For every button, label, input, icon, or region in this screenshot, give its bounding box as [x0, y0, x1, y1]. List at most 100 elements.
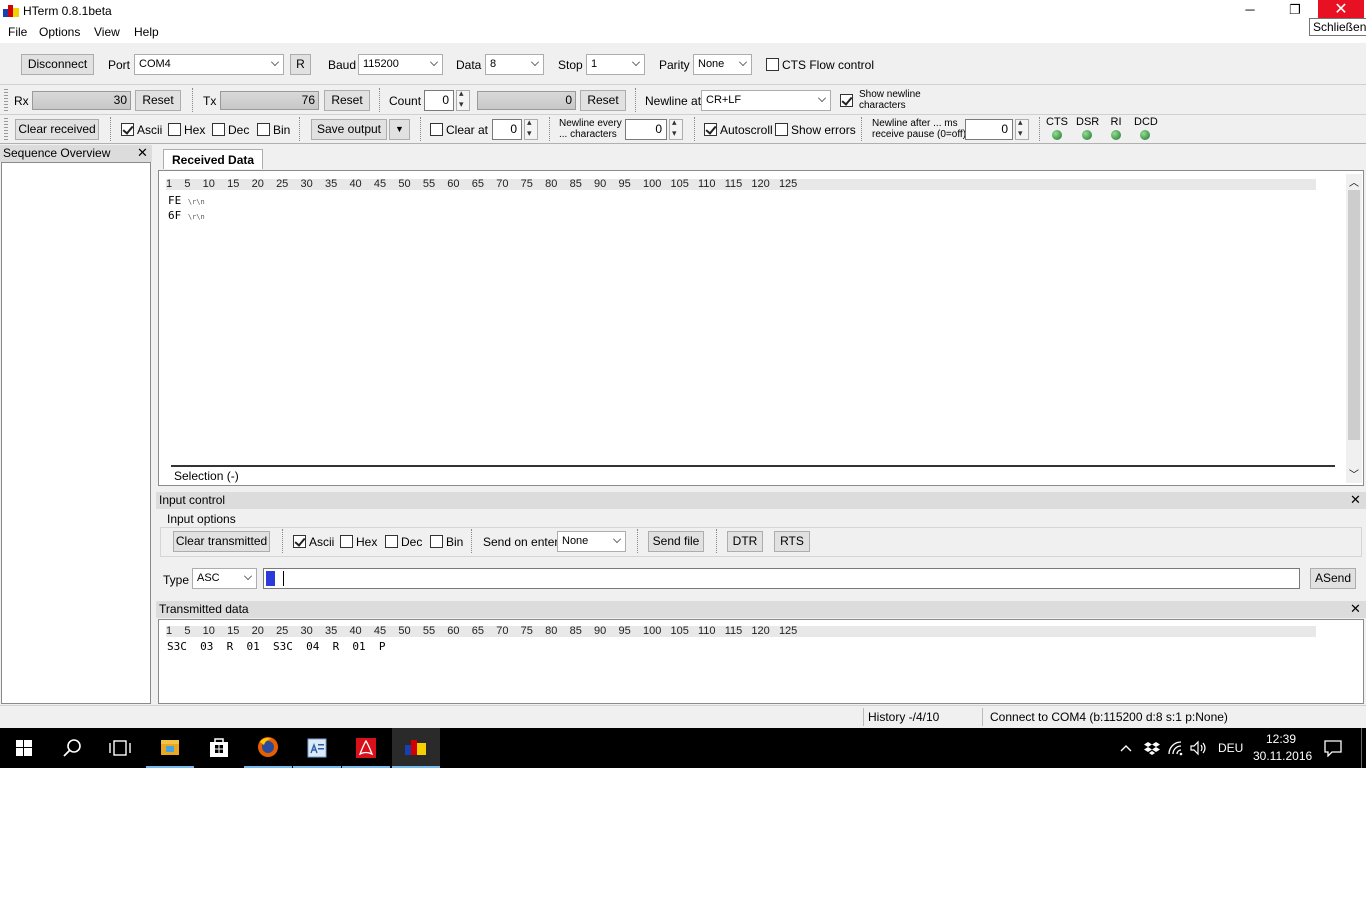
- scroll-down-icon[interactable]: ﹀: [1349, 466, 1359, 481]
- chevron-down-icon: [632, 58, 640, 66]
- toolbar-grip[interactable]: [4, 118, 8, 140]
- clock-date[interactable]: 30.11.2016: [1253, 749, 1312, 763]
- close-tooltip: Schließen: [1309, 18, 1366, 36]
- newline-every-stepper[interactable]: [669, 117, 683, 140]
- input-ascii-checkbox[interactable]: [293, 535, 306, 548]
- refresh-ports-button[interactable]: R: [290, 54, 311, 75]
- received-hex-checkbox[interactable]: [168, 123, 181, 136]
- separator: [420, 117, 423, 141]
- disconnect-button[interactable]: Disconnect: [21, 54, 94, 75]
- type-select[interactable]: ASC: [192, 568, 257, 589]
- clear-received-button[interactable]: Clear received: [15, 119, 99, 140]
- input-hex-checkbox[interactable]: [340, 535, 353, 548]
- newline-every-input[interactable]: 0: [625, 119, 667, 140]
- input-control-title: Input control: [159, 493, 226, 507]
- cts-indicator: CTS: [1046, 116, 1068, 140]
- input-language[interactable]: DEU: [1218, 741, 1243, 755]
- count-input[interactable]: 0: [424, 90, 454, 111]
- received-line-text: 6F: [168, 209, 182, 222]
- port-select[interactable]: COM4: [134, 54, 284, 75]
- store-taskbar[interactable]: [195, 728, 243, 768]
- scroll-thumb[interactable]: [1348, 190, 1360, 440]
- tab-received-data[interactable]: Received Data: [163, 149, 264, 169]
- cts-flow-label: CTS Flow control: [782, 58, 875, 72]
- count-reset-button[interactable]: Reset: [580, 90, 626, 111]
- input-bin-checkbox[interactable]: [430, 535, 443, 548]
- scroll-up-icon[interactable]: ︿: [1349, 174, 1359, 189]
- save-output-dropdown[interactable]: ▼: [389, 119, 410, 140]
- show-errors-checkbox[interactable]: [775, 123, 788, 136]
- port-label: Port: [108, 58, 131, 72]
- save-output-button[interactable]: Save output: [311, 119, 387, 140]
- clear-transmitted-button[interactable]: Clear transmitted: [173, 531, 270, 552]
- received-dec-checkbox[interactable]: [212, 123, 225, 136]
- asend-button[interactable]: ASend: [1310, 568, 1356, 589]
- action-center-icon[interactable]: [1323, 739, 1343, 757]
- cts-label: CTS: [1046, 116, 1068, 128]
- search-button[interactable]: [48, 728, 96, 768]
- start-button[interactable]: [0, 728, 48, 768]
- firefox-icon: [258, 737, 278, 757]
- tx-reset-button[interactable]: Reset: [324, 90, 370, 111]
- transmitted-data-close-icon[interactable]: ✕: [1350, 602, 1361, 616]
- show-desktop-button[interactable]: [1361, 728, 1362, 768]
- send-on-enter-select[interactable]: None: [557, 531, 626, 552]
- chevron-down-icon: [271, 58, 279, 66]
- wifi-icon[interactable]: [1167, 739, 1185, 757]
- separator: [471, 529, 474, 553]
- rx-reset-button[interactable]: Reset: [135, 90, 181, 111]
- clock-time[interactable]: 12:39: [1266, 732, 1296, 746]
- hterm-taskbar[interactable]: [392, 728, 440, 768]
- chevron-down-icon: [613, 535, 621, 543]
- send-file-button[interactable]: Send file: [648, 531, 704, 552]
- chevron-up-icon[interactable]: [1118, 740, 1134, 756]
- stop-bits-select[interactable]: 1: [586, 54, 645, 75]
- sequence-overview-close-icon[interactable]: ✕: [137, 146, 148, 160]
- newline-at-select[interactable]: CR+LF: [701, 90, 831, 111]
- sequence-overview-list[interactable]: [1, 162, 151, 704]
- task-view-button[interactable]: [96, 728, 144, 768]
- received-ascii-checkbox[interactable]: [121, 123, 134, 136]
- search-icon: [63, 739, 81, 757]
- input-control-close-icon[interactable]: ✕: [1350, 493, 1361, 507]
- count-label: Count: [389, 94, 422, 108]
- send-input[interactable]: [263, 568, 1300, 589]
- pdf-reader-taskbar[interactable]: [342, 728, 390, 768]
- newline-after-input[interactable]: 0: [965, 119, 1013, 140]
- transmitted-data-panel[interactable]: 1 5 10 15 20 25 30 35 40 45 50 55 60 65 …: [158, 619, 1364, 704]
- input-options-group: Clear transmitted Ascii Hex Dec Bin Send…: [160, 527, 1362, 557]
- count-stepper[interactable]: [456, 88, 470, 111]
- dtr-button[interactable]: DTR: [727, 531, 763, 552]
- toolbar-grip[interactable]: [4, 89, 8, 111]
- title-bar: HTerm 0.8.1beta ─ ❐ ✕: [0, 0, 1366, 22]
- cts-flow-checkbox[interactable]: [766, 58, 779, 71]
- clear-at-stepper[interactable]: [524, 117, 538, 140]
- input-dec-checkbox[interactable]: [385, 535, 398, 548]
- clear-at-input[interactable]: 0: [492, 119, 522, 140]
- rts-button[interactable]: RTS: [774, 531, 810, 552]
- document-app-taskbar[interactable]: [293, 728, 341, 768]
- clear-at-checkbox[interactable]: [430, 123, 443, 136]
- transmitted-line: S3C 03 R 01 S3C 04 R 01 P: [167, 640, 386, 653]
- separator: [549, 117, 552, 141]
- menu-options[interactable]: Options: [39, 25, 80, 39]
- baud-select[interactable]: 115200: [358, 54, 443, 75]
- menu-view[interactable]: View: [94, 25, 120, 39]
- received-bin-checkbox[interactable]: [257, 123, 270, 136]
- file-explorer-taskbar[interactable]: [146, 728, 194, 768]
- newline-after-stepper[interactable]: [1015, 117, 1029, 140]
- received-scrollbar[interactable]: ︿ ﹀: [1346, 174, 1362, 483]
- menu-help[interactable]: Help: [134, 25, 159, 39]
- minimize-button[interactable]: ─: [1227, 0, 1273, 22]
- firefox-taskbar[interactable]: [244, 728, 292, 768]
- volume-icon[interactable]: [1189, 739, 1207, 757]
- menu-file[interactable]: File: [8, 25, 27, 39]
- dropbox-icon[interactable]: [1143, 739, 1161, 757]
- parity-select[interactable]: None: [693, 54, 752, 75]
- autoscroll-checkbox[interactable]: [704, 123, 717, 136]
- received-line-text: FE: [168, 194, 182, 207]
- show-newline-checkbox[interactable]: [840, 94, 853, 107]
- data-bits-select[interactable]: 8: [485, 54, 544, 75]
- led-icon: [1052, 130, 1062, 140]
- received-data-panel[interactable]: 1 5 10 15 20 25 30 35 40 45 50 55 60 65 …: [158, 170, 1364, 486]
